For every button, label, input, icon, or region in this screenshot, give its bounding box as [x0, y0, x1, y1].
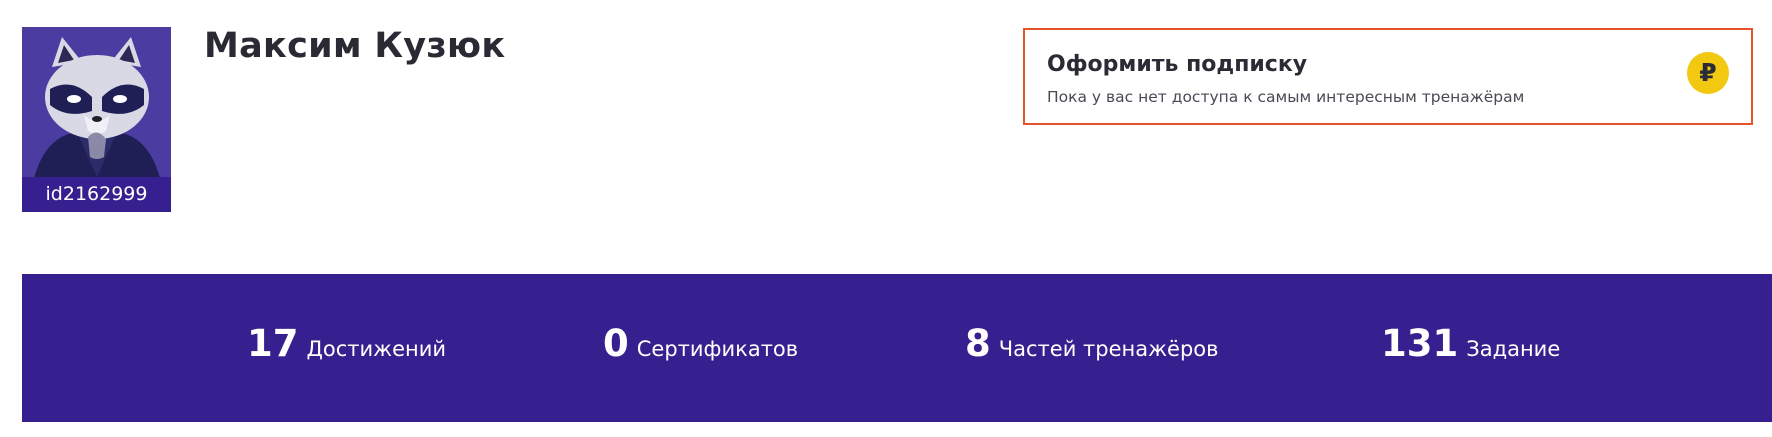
stat-value: 8 — [965, 322, 991, 365]
stat-label: Достижений — [306, 337, 447, 361]
stat-achievements[interactable]: 17 Достижений — [247, 322, 446, 365]
stat-label: Частей тренажёров — [998, 337, 1219, 361]
stat-value: 131 — [1381, 322, 1459, 365]
user-id: id2162999 — [22, 177, 171, 212]
subscribe-description: Пока у вас нет доступа к самым интересны… — [1047, 88, 1525, 106]
subscribe-card[interactable]: Оформить подписку Пока у вас нет доступа… — [1023, 28, 1753, 125]
stat-tasks[interactable]: 131 Задание — [1381, 322, 1560, 365]
stat-label: Задание — [1466, 337, 1561, 361]
stats-panel: 17 Достижений 0 Сертификатов 8 Частей трена… — [22, 274, 1772, 422]
ruble-coin-icon: ₽ — [1687, 52, 1729, 94]
stat-certificates[interactable]: 0 Сертификатов — [603, 322, 798, 365]
stat-trainer-parts[interactable]: 8 Частей тренажёров — [965, 322, 1219, 365]
user-name: Максим Кузюк — [204, 26, 506, 66]
stat-value: 17 — [247, 322, 299, 365]
stat-label: Сертификатов — [636, 337, 799, 361]
avatar[interactable]: id2162999 — [22, 27, 171, 212]
subscribe-title: Оформить подписку — [1047, 52, 1308, 77]
stat-value: 0 — [603, 322, 629, 365]
